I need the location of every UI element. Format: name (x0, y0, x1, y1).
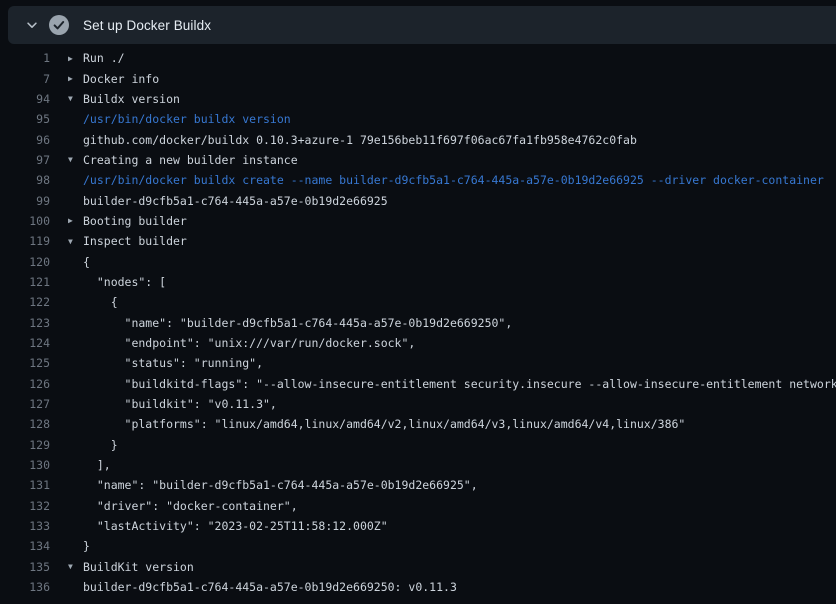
output-text: "name": "builder-d9cfb5a1-c764-445a-a57e… (68, 316, 512, 330)
output-text: "buildkitd-flags": "--allow-insecure-ent… (68, 377, 836, 391)
log-line-row: 133 "lastActivity": "2023-02-25T11:58:12… (0, 516, 836, 536)
log-line-row: 96 github.com/docker/buildx 0.10.3+azure-… (0, 129, 836, 149)
triangle-expanded-icon[interactable]: ▼ (68, 562, 83, 571)
log-group-row[interactable]: 119 ▼Inspect builder (0, 231, 836, 251)
step-title: Set up Docker Buildx (83, 18, 211, 33)
triangle-collapsed-icon[interactable]: ▶ (68, 54, 83, 63)
log-line-row: 124 "endpoint": "unix:///var/run/docker.… (0, 333, 836, 353)
output-text: github.com/docker/buildx 0.10.3+azure-1 … (68, 133, 637, 147)
line-number[interactable]: 122 (0, 295, 50, 309)
line-number[interactable]: 131 (0, 478, 50, 492)
output-text: "lastActivity": "2023-02-25T11:58:12.000… (68, 519, 388, 533)
line-number[interactable]: 133 (0, 519, 50, 533)
output-text: } (68, 539, 90, 553)
group-title: Docker info (83, 72, 159, 86)
output-text: "buildkit": "v0.11.3", (68, 397, 277, 411)
triangle-expanded-icon[interactable]: ▼ (68, 94, 83, 103)
log-group-row[interactable]: 94 ▼Buildx version (0, 89, 836, 109)
output-text: ], (68, 458, 111, 472)
log-lines: 1▶Run ./7▶Docker info94▼Buildx version95… (0, 48, 836, 597)
line-number[interactable]: 7 (0, 72, 50, 86)
line-number[interactable]: 95 (0, 112, 50, 126)
line-number[interactable]: 1 (0, 51, 50, 65)
log-line-row: 130 ], (0, 455, 836, 475)
log-group-row[interactable]: 7 ▶Docker info (0, 68, 836, 88)
command-text: /usr/bin/docker buildx create --name bui… (68, 173, 824, 187)
log-group-row[interactable]: 100 ▶Booting builder (0, 211, 836, 231)
line-number[interactable]: 121 (0, 275, 50, 289)
output-text: "nodes": [ (68, 275, 166, 289)
group-title: Run ./ (83, 51, 125, 65)
log-line-row: 98/usr/bin/docker buildx create --name b… (0, 170, 836, 190)
line-number[interactable]: 127 (0, 397, 50, 411)
triangle-collapsed-icon[interactable]: ▶ (68, 216, 83, 225)
triangle-collapsed-icon[interactable]: ▶ (68, 74, 83, 83)
log-line-row: 132 "driver": "docker-container", (0, 496, 836, 516)
output-text: } (68, 438, 118, 452)
line-number[interactable]: 134 (0, 539, 50, 553)
output-text: "platforms": "linux/amd64,linux/amd64/v2… (68, 417, 685, 431)
line-number[interactable]: 124 (0, 336, 50, 350)
log-line-row: 95/usr/bin/docker buildx version (0, 109, 836, 129)
log-line-row: 134} (0, 536, 836, 556)
line-number[interactable]: 98 (0, 173, 50, 187)
log-line-row: 129 } (0, 435, 836, 455)
log-line-row: 125 "status": "running", (0, 353, 836, 373)
command-text: /usr/bin/docker buildx version (68, 112, 291, 126)
line-number[interactable]: 132 (0, 499, 50, 513)
group-title: Inspect builder (83, 234, 187, 248)
line-number[interactable]: 97 (0, 153, 50, 167)
triangle-expanded-icon[interactable]: ▼ (68, 237, 83, 246)
output-text: "driver": "docker-container", (68, 499, 298, 513)
log-line-row: 136 builder-d9cfb5a1-c764-445a-a57e-0b19d… (0, 577, 836, 597)
group-title: BuildKit version (83, 560, 194, 574)
line-number[interactable]: 129 (0, 438, 50, 452)
check-circle-icon (48, 14, 70, 36)
log-line-row: 131 "name": "builder-d9cfb5a1-c764-445a-… (0, 475, 836, 495)
line-number[interactable]: 123 (0, 316, 50, 330)
line-number[interactable]: 136 (0, 580, 50, 594)
log-line-row: 128 "platforms": "linux/amd64,linux/amd6… (0, 414, 836, 434)
group-title: Buildx version (83, 92, 180, 106)
log-line-row: 122 { (0, 292, 836, 312)
output-text: builder-d9cfb5a1-c764-445a-a57e-0b19d2e6… (68, 580, 457, 594)
line-number[interactable]: 120 (0, 255, 50, 269)
line-number[interactable]: 119 (0, 234, 50, 248)
output-text: { (68, 295, 118, 309)
line-number[interactable]: 126 (0, 377, 50, 391)
step-header[interactable]: Set up Docker Buildx (8, 6, 836, 44)
log-group-row[interactable]: 1 ▶Run ./ (0, 48, 836, 68)
line-number[interactable]: 130 (0, 458, 50, 472)
log-line-row: 120 { (0, 251, 836, 271)
log-line-row: 126 "buildkitd-flags": "--allow-insecure… (0, 374, 836, 394)
chevron-down-icon[interactable] (24, 17, 40, 33)
line-number[interactable]: 128 (0, 417, 50, 431)
log-line-row: 121 "nodes": [ (0, 272, 836, 292)
line-number[interactable]: 94 (0, 92, 50, 106)
line-number[interactable]: 125 (0, 356, 50, 370)
log-line-row: 123 "name": "builder-d9cfb5a1-c764-445a-… (0, 312, 836, 332)
line-number[interactable]: 99 (0, 194, 50, 208)
line-number[interactable]: 100 (0, 214, 50, 228)
output-text: builder-d9cfb5a1-c764-445a-a57e-0b19d2e6… (68, 194, 388, 208)
line-number[interactable]: 135 (0, 560, 50, 574)
log-group-row[interactable]: 135 ▼BuildKit version (0, 557, 836, 577)
log-group-row[interactable]: 97 ▼Creating a new builder instance (0, 150, 836, 170)
output-text: "name": "builder-d9cfb5a1-c764-445a-a57e… (68, 478, 478, 492)
triangle-expanded-icon[interactable]: ▼ (68, 155, 83, 164)
group-title: Creating a new builder instance (83, 153, 298, 167)
log-line-row: 127 "buildkit": "v0.11.3", (0, 394, 836, 414)
log-line-row: 99 builder-d9cfb5a1-c764-445a-a57e-0b19d2… (0, 190, 836, 210)
line-number[interactable]: 96 (0, 133, 50, 147)
output-text: { (68, 255, 90, 269)
output-text: "status": "running", (68, 356, 263, 370)
output-text: "endpoint": "unix:///var/run/docker.sock… (68, 336, 415, 350)
group-title: Booting builder (83, 214, 187, 228)
